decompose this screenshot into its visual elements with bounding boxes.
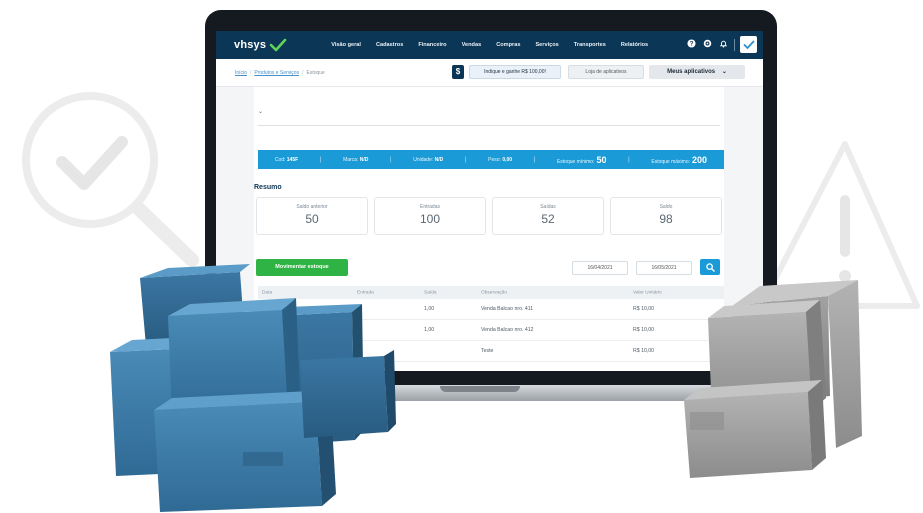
help-icon[interactable]: ? <box>686 39 696 50</box>
product-info-bar: Cod: 145F | Marca: N/D | Unidade: N/D | … <box>258 150 724 169</box>
menu-item-compras[interactable]: Compras <box>496 42 520 48</box>
breadcrumb-bar: Início / Produtos e Serviços / Estoque $ Ind… <box>216 59 763 87</box>
column-header-entrada: Entrada <box>357 290 374 295</box>
info-divider: | <box>533 156 536 163</box>
info-peso: Peso: 0,00 <box>488 156 513 163</box>
svg-text:?: ? <box>689 41 693 48</box>
date-from-input[interactable]: 16/04/2021 <box>572 261 628 275</box>
main-menu: Visão geral Cadastros Financeiro Vendas … <box>331 42 663 48</box>
cell-entrada: 00 <box>357 348 363 354</box>
menu-item-servicos[interactable]: Serviços <box>535 42 558 48</box>
summary-card-saldo-anterior: Saldo anterior 50 <box>256 197 368 235</box>
date-to-input[interactable]: 16/05/2021 <box>636 261 692 275</box>
nav-divider <box>734 38 735 51</box>
info-divider: | <box>390 156 392 163</box>
column-header-data: Data <box>262 290 273 295</box>
menu-item-transportes[interactable]: Transportes <box>574 42 606 48</box>
card-label: Entradas <box>419 204 440 210</box>
card-label: Saldo anterior <box>296 204 328 210</box>
summary-card-saldo: Saldo 98 <box>610 197 722 235</box>
stage: vhsys Visão geral Cadastros Financeiro V… <box>0 0 923 513</box>
info-estoque-minimo: Estoque mínimo: 50 <box>556 154 607 165</box>
nav-icons: ? <box>680 36 757 53</box>
info-divider: | <box>628 156 630 163</box>
brand-logo[interactable]: vhsys <box>234 38 287 52</box>
cell-observacao: Venda Balcao nro. 412 <box>481 327 534 333</box>
product-select[interactable] <box>258 125 720 126</box>
move-stock-button[interactable]: Movimentar estoque <box>256 259 348 276</box>
brand-name: vhsys <box>234 39 267 51</box>
table-header: Data Entrada Saída Observação Valor Unit… <box>258 286 724 299</box>
card-value: 100 <box>419 212 441 226</box>
summary-card-saidas: Saídas 52 <box>492 197 604 235</box>
stock-panel: ⌄ Cod: 145F | Marca: N/D | Unidade: N/D … <box>254 87 724 371</box>
card-label: Saídas <box>540 204 556 210</box>
gear-icon[interactable] <box>702 39 712 50</box>
app-store-button[interactable]: Loja de aplicativos <box>568 65 644 79</box>
my-apps-label: Meus aplicativos <box>667 69 716 75</box>
breadcrumb: Início / Produtos e Serviços / Estoque <box>235 70 325 76</box>
cell-saida: 1,00 <box>424 327 435 333</box>
breadcrumb-estoque: Estoque <box>306 70 325 76</box>
app-screen: vhsys Visão geral Cadastros Financeiro V… <box>216 31 763 371</box>
brand-check-icon <box>269 38 287 52</box>
column-header-saida: Saída <box>424 290 437 295</box>
info-unidade: Unidade: N/D <box>413 156 444 163</box>
top-navigation: vhsys Visão geral Cadastros Financeiro V… <box>216 31 763 59</box>
menu-item-financeiro[interactable]: Financeiro <box>418 42 446 48</box>
search-button[interactable] <box>700 259 720 275</box>
movements-table: Data Entrada Saída Observação Valor Unit… <box>258 286 724 362</box>
column-header-observacao: Observação <box>481 290 507 295</box>
cell-observacao: Venda Balcao nro. 411 <box>481 306 534 312</box>
search-icon <box>705 262 715 272</box>
info-divider: | <box>319 156 322 163</box>
cell-valor: R$ 10,00 <box>633 348 655 354</box>
info-marca: Marca: N/D <box>343 156 369 163</box>
card-label: Saldo <box>659 204 673 210</box>
magnifier-check-icon <box>22 92 199 267</box>
breadcrumb-produtos[interactable]: Produtos e Serviços <box>254 70 299 76</box>
summary-title: Resumo <box>254 184 282 191</box>
laptop-notch <box>440 386 520 392</box>
summary-card-entradas: Entradas 100 <box>374 197 486 235</box>
table-row[interactable]: 1,00 Venda Balcao nro. 412 R$ 10,00 <box>258 320 724 341</box>
info-estoque-maximo: Estoque máximo: 200 <box>651 154 708 165</box>
card-value: 98 <box>659 212 673 226</box>
menu-item-vendas[interactable]: Vendas <box>462 42 482 48</box>
cell-observacao: Teste <box>481 348 494 354</box>
cell-valor: R$ 10,00 <box>633 306 655 312</box>
cell-valor: R$ 10,00 <box>633 327 655 333</box>
table-row[interactable]: 1,00 Venda Balcao nro. 411 R$ 10,00 <box>258 299 724 320</box>
menu-item-relatorios[interactable]: Relatórios <box>621 42 648 48</box>
referral-button[interactable]: Indique e ganhe R$ 100,00! <box>469 65 561 79</box>
user-avatar[interactable] <box>740 36 757 53</box>
card-value: 50 <box>305 212 319 226</box>
info-divider: | <box>464 156 467 163</box>
bell-icon[interactable] <box>718 39 728 50</box>
dollar-icon[interactable]: $ <box>452 65 464 79</box>
table-row[interactable]: 00 Teste R$ 10,00 <box>258 341 724 362</box>
menu-item-visao-geral[interactable]: Visão geral <box>331 42 361 48</box>
my-apps-button[interactable]: Meus aplicativos ⌄ <box>649 65 745 79</box>
card-value: 52 <box>541 212 555 226</box>
cell-saida: 1,00 <box>424 306 435 312</box>
breadcrumb-inicio[interactable]: Início <box>235 70 247 76</box>
column-header-valor: Valor Unitário <box>633 290 662 295</box>
chevron-down-icon: ⌄ <box>721 69 727 75</box>
info-cod: Cod: 145F <box>274 156 299 163</box>
menu-item-cadastros[interactable]: Cadastros <box>376 42 403 48</box>
product-select-chevron-icon[interactable]: ⌄ <box>258 108 263 115</box>
